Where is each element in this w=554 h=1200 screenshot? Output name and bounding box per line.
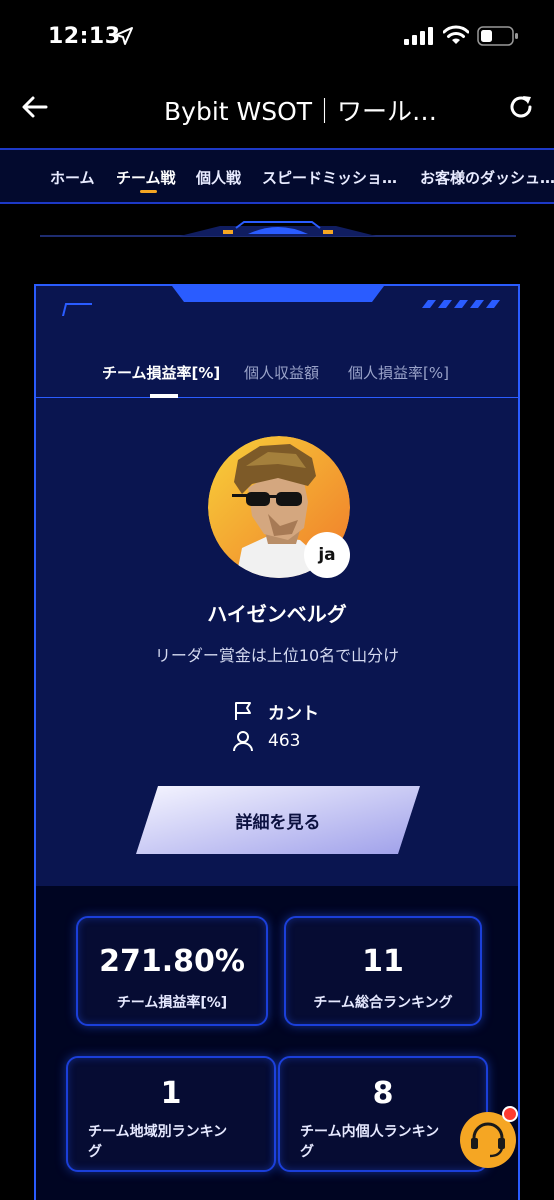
status-bar: 12:13 <box>0 0 554 72</box>
status-time: 12:13 <box>48 24 121 49</box>
team-members-row: 463 <box>232 728 300 754</box>
stats-area: 271.80% チーム損益率[%] 11 チーム総合ランキング 1 チーム地域別… <box>36 886 518 1200</box>
team-description: リーダー賞金は上位10名で山分け <box>154 646 400 665</box>
cellular-signal-icon <box>404 27 433 45</box>
tab-home[interactable]: ホーム <box>50 167 95 188</box>
subtab-individual-pnl-rate[interactable]: 個人損益率[%] <box>348 362 449 383</box>
tab-team-battle[interactable]: チーム戦 <box>116 167 176 188</box>
stat-label: チーム内個人ランキン グ <box>300 1124 440 1160</box>
user-icon <box>233 731 253 752</box>
tab-speed-mission[interactable]: スピードミッショ… <box>262 167 397 188</box>
stat-label: チーム地域別ランキン グ <box>88 1124 228 1160</box>
page-title: Bybit WSOT｜ワール… <box>164 97 438 126</box>
team-flag-label: カント <box>268 703 319 724</box>
wifi-icon <box>443 25 469 44</box>
view-details-button[interactable]: 詳細を見る <box>136 786 420 854</box>
stat-card-team-regional-ranking: 1 チーム地域別ランキン グ <box>66 1056 276 1172</box>
stat-card-team-overall-ranking: 11 チーム総合ランキング <box>284 916 482 1026</box>
subtab-team-pnl-rate[interactable]: チーム損益率[%] <box>102 362 220 383</box>
stat-value: 1 <box>160 1076 182 1111</box>
reload-icon[interactable] <box>506 92 536 122</box>
tab-individual-battle[interactable]: 個人戦 <box>196 167 241 188</box>
stat-card-team-pnl-rate: 271.80% チーム損益率[%] <box>76 916 268 1026</box>
stat-card-team-individual-ranking: 8 チーム内個人ランキン グ <box>278 1056 488 1172</box>
tab-active-indicator <box>140 190 157 193</box>
view-details-label: 詳細を見る <box>235 813 321 833</box>
stat-label: チーム総合ランキング <box>313 995 453 1011</box>
location-arrow-icon <box>115 27 133 45</box>
stat-value: 8 <box>372 1076 394 1111</box>
battery-icon <box>477 26 518 46</box>
language-badge: ja <box>304 532 350 578</box>
subtab-individual-profit[interactable]: 個人収益額 <box>244 362 319 383</box>
team-panel: チーム損益率[%] 個人収益額 個人損益率[%] ja ハイゼンベルグ リーダー… <box>34 284 520 1200</box>
back-arrow-icon[interactable] <box>20 92 50 122</box>
panel-top-decoration <box>61 286 500 316</box>
team-leader-name: ハイゼンベルグ <box>207 602 347 626</box>
tab-bar: ホーム チーム戦 個人戦 スピードミッショ… お客様のダッシュ… <box>0 148 554 204</box>
ranking-subtabs: チーム損益率[%] 個人収益額 個人損益率[%] <box>36 346 518 398</box>
team-flag-row: カント <box>232 698 319 724</box>
stat-label: チーム損益率[%] <box>116 995 228 1011</box>
stat-value: 271.80% <box>99 944 245 979</box>
header-decoration <box>40 221 516 237</box>
subtab-active-indicator <box>150 394 178 398</box>
tab-dashboard[interactable]: お客様のダッシュ… <box>420 167 554 188</box>
support-headset-icon[interactable] <box>458 1106 520 1168</box>
flag-icon <box>235 702 251 720</box>
stat-value: 11 <box>362 944 404 979</box>
team-member-count: 463 <box>268 731 301 751</box>
nav-bar: Bybit WSOT｜ワール… <box>0 72 554 146</box>
